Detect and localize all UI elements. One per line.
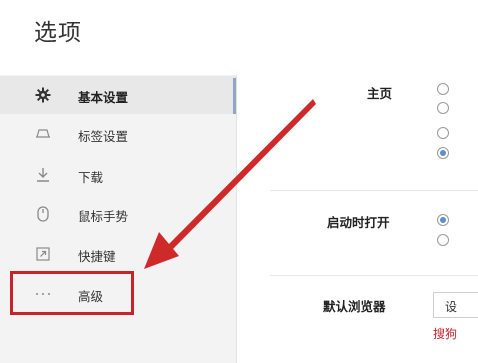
annotation-arrow xyxy=(144,99,316,269)
